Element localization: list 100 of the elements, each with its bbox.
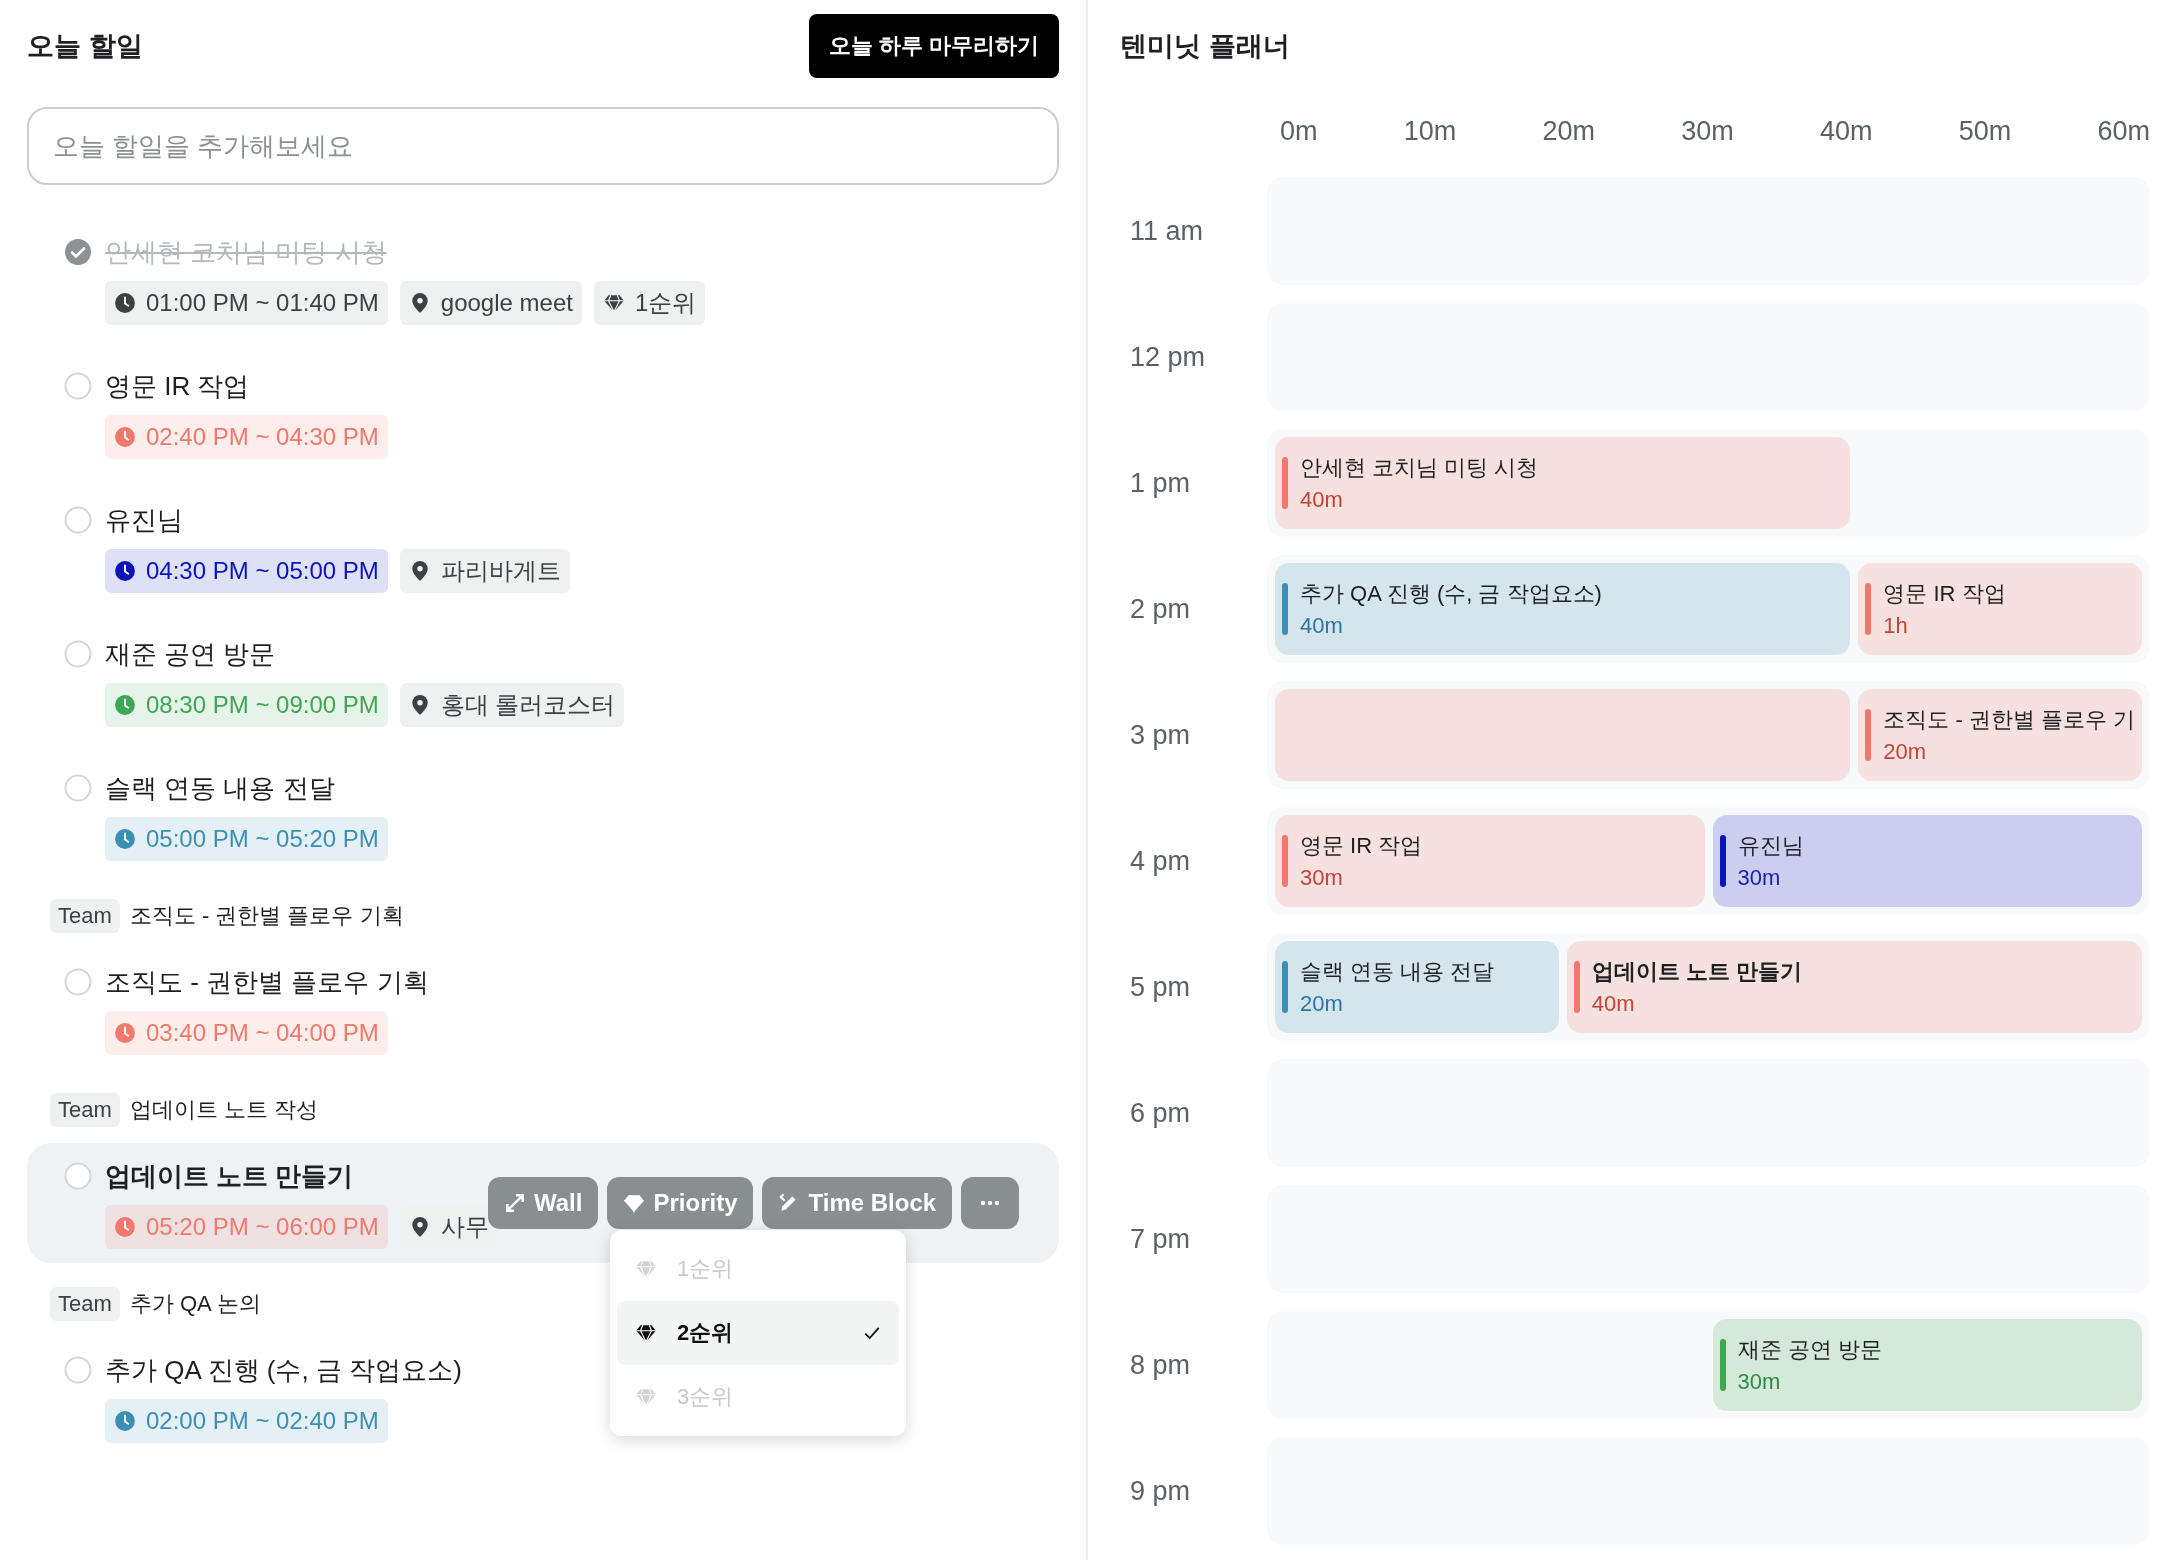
minute-label: 40m: [1819, 116, 1873, 147]
block-title: 영문 IR 작업: [1883, 580, 2006, 608]
time-chip: 08:30 PM ~ 09:00 PM: [105, 683, 388, 727]
checkbox[interactable]: [64, 1356, 92, 1384]
menu-item[interactable]: 2순위: [617, 1301, 899, 1365]
hour-slot[interactable]: 재준 공연 방문 30m: [1267, 1311, 2150, 1419]
add-task-field[interactable]: 오늘 할일을 추가해보세요: [27, 107, 1059, 185]
task-title: 영문 IR 작업: [105, 369, 250, 403]
minute-label: 0m: [1280, 116, 1318, 147]
more-icon: [980, 1200, 1001, 1206]
hour-label: 2 pm: [1129, 593, 1192, 625]
block-title: 영문 IR 작업: [1300, 832, 1423, 860]
time-block[interactable]: 재준 공연 방문 30m: [1712, 1319, 2142, 1411]
time-block[interactable]: 안세현 코치님 미팅 시청 40m: [1275, 437, 1851, 529]
diamond-icon: [602, 292, 625, 314]
time-chip: 05:00 PM ~ 05:20 PM: [105, 817, 388, 861]
time-block[interactable]: 추가 QA 진행 (수, 금 작업요소) 40m: [1275, 563, 1851, 655]
panel-title: 텐미닛 플래너: [1120, 30, 1291, 63]
time-chip: 03:40 PM ~ 04:00 PM: [105, 1011, 388, 1055]
checkbox[interactable]: [64, 774, 92, 802]
hour-slot[interactable]: 영문 IR 작업 30m 유진님 30m: [1267, 807, 2150, 915]
block-duration: 20m: [1883, 739, 1928, 765]
expand-icon: [504, 1192, 526, 1214]
diamond-icon: [623, 1192, 646, 1214]
checkbox[interactable]: [64, 372, 92, 400]
minute-label: 30m: [1681, 116, 1734, 147]
hour-slot[interactable]: 안세현 코치님 미팅 시청 40m: [1267, 429, 2150, 537]
checkbox[interactable]: [64, 1162, 92, 1190]
checkbox[interactable]: [64, 238, 92, 266]
block-title: 유진님: [1737, 832, 1804, 860]
hour-label: 5 pm: [1129, 971, 1192, 1003]
checkbox[interactable]: [64, 968, 92, 996]
hour-label: 8 pm: [1129, 1349, 1192, 1381]
block-duration: 40m: [1300, 613, 1344, 639]
panel-title: 오늘 할일: [27, 30, 143, 63]
hour-label: 1 pm: [1129, 467, 1192, 499]
hour-slot[interactable]: 조직도 - 권한별 플로우 기 20m: [1267, 681, 2150, 789]
location-chip: 파리바게트: [399, 549, 570, 593]
minute-label: 10m: [1403, 116, 1457, 147]
task-title: 조직도 - 권한별 플로우 기획: [105, 965, 429, 999]
time-chip: 02:00 PM ~ 02:40 PM: [105, 1399, 388, 1443]
finish-day-button[interactable]: 오늘 하루 마무리하기: [808, 14, 1059, 78]
time-block[interactable]: 영문 IR 작업 1h: [1858, 563, 2142, 655]
block-duration: 40m: [1591, 991, 1636, 1017]
checkbox[interactable]: [64, 506, 92, 534]
priority-chip: 1순위: [593, 281, 706, 325]
hour-label: 12 pm: [1129, 341, 1207, 373]
block-duration: 40m: [1300, 487, 1344, 513]
team-title: 업데이트 노트 작성: [129, 1096, 319, 1124]
minute-label: 20m: [1542, 116, 1595, 147]
task-title: 추가 QA 진행 (수, 금 작업요소): [105, 1353, 462, 1387]
location-chip: 홍대 롤러코스터: [399, 683, 625, 727]
time-block[interactable]: 조직도 - 권한별 플로우 기 20m: [1858, 689, 2142, 781]
time-block[interactable]: 업데이트 노트 만들기 40m: [1566, 941, 2142, 1033]
task-title: 안세현 코치님 미팅 시청: [105, 235, 387, 269]
hour-label: 11 am: [1129, 215, 1205, 247]
block-title: 추가 QA 진행 (수, 금 작업요소): [1300, 580, 1602, 608]
time-chip: 01:00 PM ~ 01:40 PM: [105, 281, 388, 325]
task-title: 업데이트 노트 만들기: [105, 1159, 354, 1193]
team-tag: Team: [50, 899, 120, 933]
location-chip: google meet: [399, 281, 582, 325]
time-chip: 05:20 PM ~ 06:00 PM: [105, 1205, 388, 1249]
time-block[interactable]: [1275, 689, 1851, 781]
diamond-icon: [635, 1386, 657, 1408]
team-tag: Team: [50, 1093, 120, 1127]
hour-slot[interactable]: 추가 QA 진행 (수, 금 작업요소) 40m 영문 IR 작업 1h: [1267, 555, 2150, 663]
checkbox[interactable]: [64, 640, 92, 668]
time-block[interactable]: 슬랙 연동 내용 전달 20m: [1275, 941, 1559, 1033]
block-duration: 1h: [1883, 613, 1909, 639]
time-chip: 04:30 PM ~ 05:00 PM: [105, 549, 388, 593]
hour-slot[interactable]: 슬랙 연동 내용 전달 20m 업데이트 노트 만들기 40m: [1267, 933, 2150, 1041]
diamond-icon: [635, 1322, 657, 1344]
minute-label: 50m: [1958, 116, 2012, 147]
diamond-icon: [635, 1258, 657, 1280]
hour-label: 7 pm: [1129, 1223, 1192, 1255]
block-title: 업데이트 노트 만들기: [1591, 958, 1802, 986]
block-title: 슬랙 연동 내용 전달: [1300, 958, 1495, 986]
block-duration: 30m: [1737, 1369, 1782, 1395]
block-duration: 30m: [1737, 865, 1782, 891]
hour-label: 3 pm: [1129, 719, 1192, 751]
block-title: 조직도 - 권한별 플로우 기: [1883, 706, 2136, 734]
block-duration: 20m: [1300, 991, 1344, 1017]
hour-label: 4 pm: [1129, 845, 1192, 877]
location-chip: 사무: [399, 1205, 498, 1249]
block-duration: 30m: [1300, 865, 1344, 891]
time-block[interactable]: 영문 IR 작업 30m: [1275, 815, 1705, 907]
hour-label: 9 pm: [1129, 1475, 1192, 1507]
task-title: 슬랙 연동 내용 전달: [105, 771, 335, 805]
block-title: 안세현 코치님 미팅 시청: [1300, 454, 1539, 482]
minute-label: 60m: [2097, 116, 2150, 147]
hour-label: 6 pm: [1129, 1097, 1192, 1129]
time-block[interactable]: 유진님 30m: [1712, 815, 2142, 907]
team-title: 조직도 - 권한별 플로우 기획: [129, 902, 404, 930]
more-button[interactable]: [961, 1177, 1020, 1229]
block-title: 재준 공연 방문: [1737, 1336, 1882, 1364]
team-tag: Team: [50, 1287, 120, 1321]
time-chip: 02:40 PM ~ 04:30 PM: [105, 415, 388, 459]
task-title: 재준 공연 방문: [105, 637, 276, 671]
task-title: 유진님: [105, 503, 183, 537]
team-title: 추가 QA 논의: [129, 1290, 261, 1318]
